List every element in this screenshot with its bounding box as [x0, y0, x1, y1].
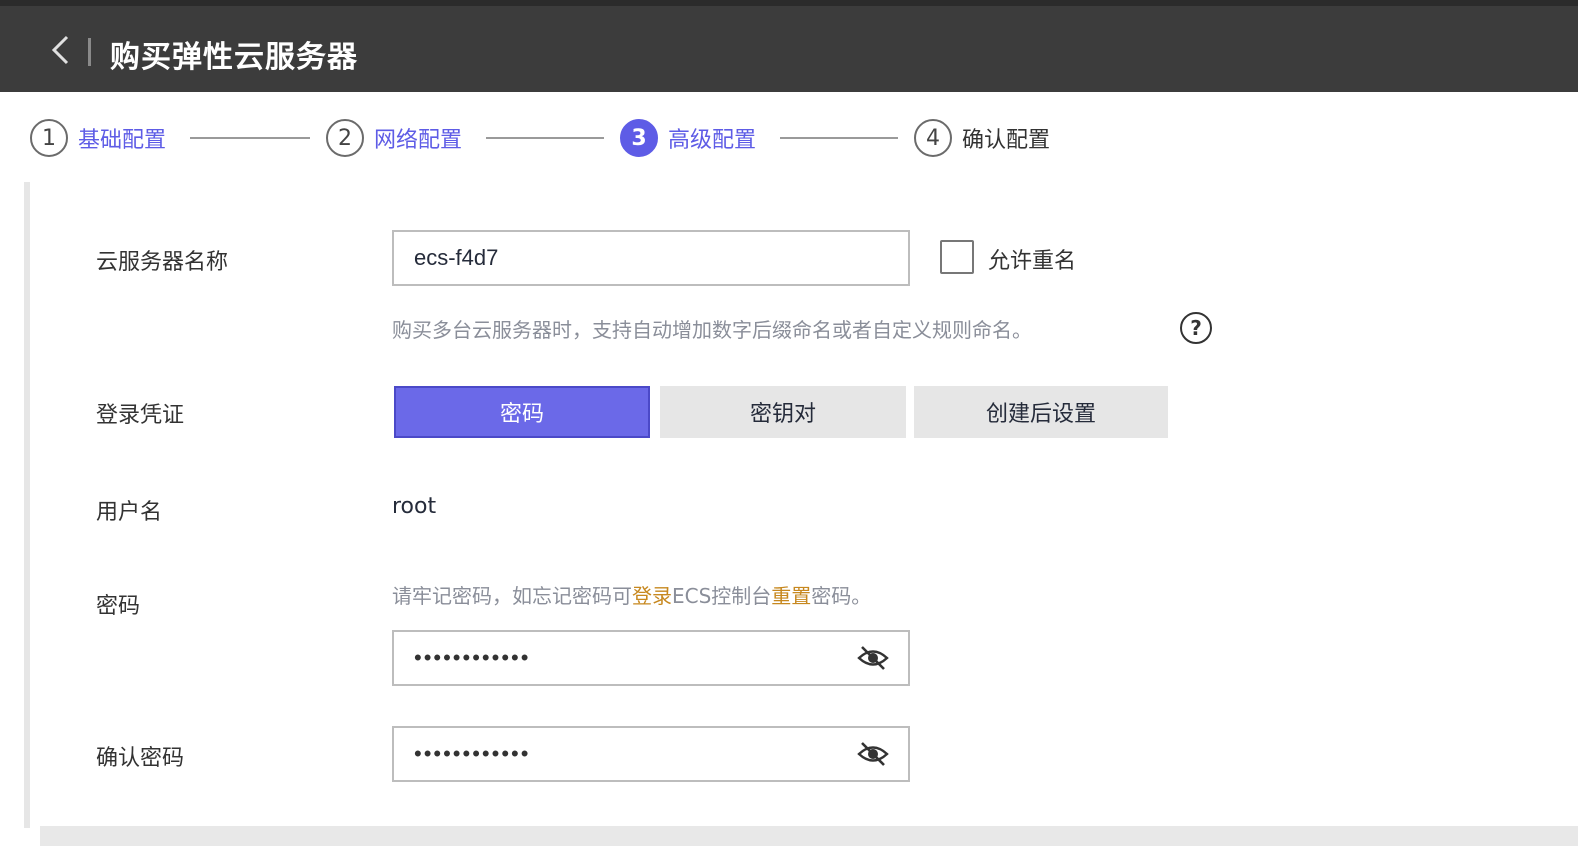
step-number: 2 — [326, 119, 364, 157]
login-link[interactable]: 登录 — [632, 584, 672, 608]
confirm-password-field[interactable] — [392, 726, 910, 782]
warning-text: ECS控制台 — [672, 584, 772, 608]
server-name-input[interactable] — [392, 230, 910, 286]
page-title: 购买弹性云服务器 — [110, 40, 358, 75]
warning-text: 密码。 — [811, 584, 872, 608]
step-indicator: 1 基础配置 2 网络配置 3 高级配置 4 确认配置 — [30, 116, 1130, 160]
allow-duplicate-label: 允许重名 — [988, 249, 1077, 274]
chevron-left-icon — [51, 35, 69, 65]
confirm-password-label: 确认密码 — [96, 746, 185, 771]
password-label: 密码 — [96, 594, 141, 619]
eye-off-icon[interactable] — [856, 644, 890, 672]
step-advanced-config[interactable]: 3 高级配置 — [620, 116, 756, 160]
step-connector — [780, 137, 898, 139]
step-basic-config[interactable]: 1 基础配置 — [30, 116, 166, 160]
question-circle-icon[interactable]: ? — [1180, 312, 1212, 344]
step-label: 确认配置 — [962, 128, 1051, 153]
server-name-hint: 购买多台云服务器时，支持自动增加数字后缀命名或者自定义规则命名。 — [392, 318, 1032, 342]
password-warning: 请牢记密码，如忘记密码可登录ECS控制台重置密码。 — [392, 580, 871, 609]
step-number: 1 — [30, 119, 68, 157]
step-connector — [190, 137, 310, 139]
confirm-password-input[interactable] — [394, 728, 814, 780]
step-label: 高级配置 — [668, 128, 757, 153]
allow-duplicate-checkbox[interactable] — [940, 240, 974, 274]
password-field[interactable] — [392, 630, 910, 686]
credential-later-option[interactable]: 创建后设置 — [914, 386, 1168, 438]
header-divider — [88, 38, 91, 66]
warning-text: 请牢记密码，如忘记密码可 — [392, 584, 632, 608]
username-label: 用户名 — [96, 500, 163, 525]
step-label: 基础配置 — [78, 128, 167, 153]
eye-off-icon[interactable] — [856, 740, 890, 768]
step-label: 网络配置 — [374, 128, 463, 153]
credential-label: 登录凭证 — [96, 403, 185, 428]
credential-keypair-option[interactable]: 密钥对 — [660, 386, 906, 438]
step-confirm-config: 4 确认配置 — [914, 116, 1050, 160]
top-bar: 购买弹性云服务器 — [0, 0, 1578, 92]
step-number: 4 — [914, 119, 952, 157]
back-button[interactable] — [40, 30, 80, 70]
credential-password-option[interactable]: 密码 — [394, 386, 650, 438]
username-value: root — [392, 494, 437, 519]
step-connector — [486, 137, 604, 139]
password-input[interactable] — [394, 632, 814, 684]
reset-link[interactable]: 重置 — [771, 584, 811, 608]
step-number: 3 — [620, 119, 658, 157]
server-name-label: 云服务器名称 — [96, 250, 229, 275]
bottom-scroll-area — [40, 826, 1578, 846]
step-network-config[interactable]: 2 网络配置 — [326, 116, 462, 160]
